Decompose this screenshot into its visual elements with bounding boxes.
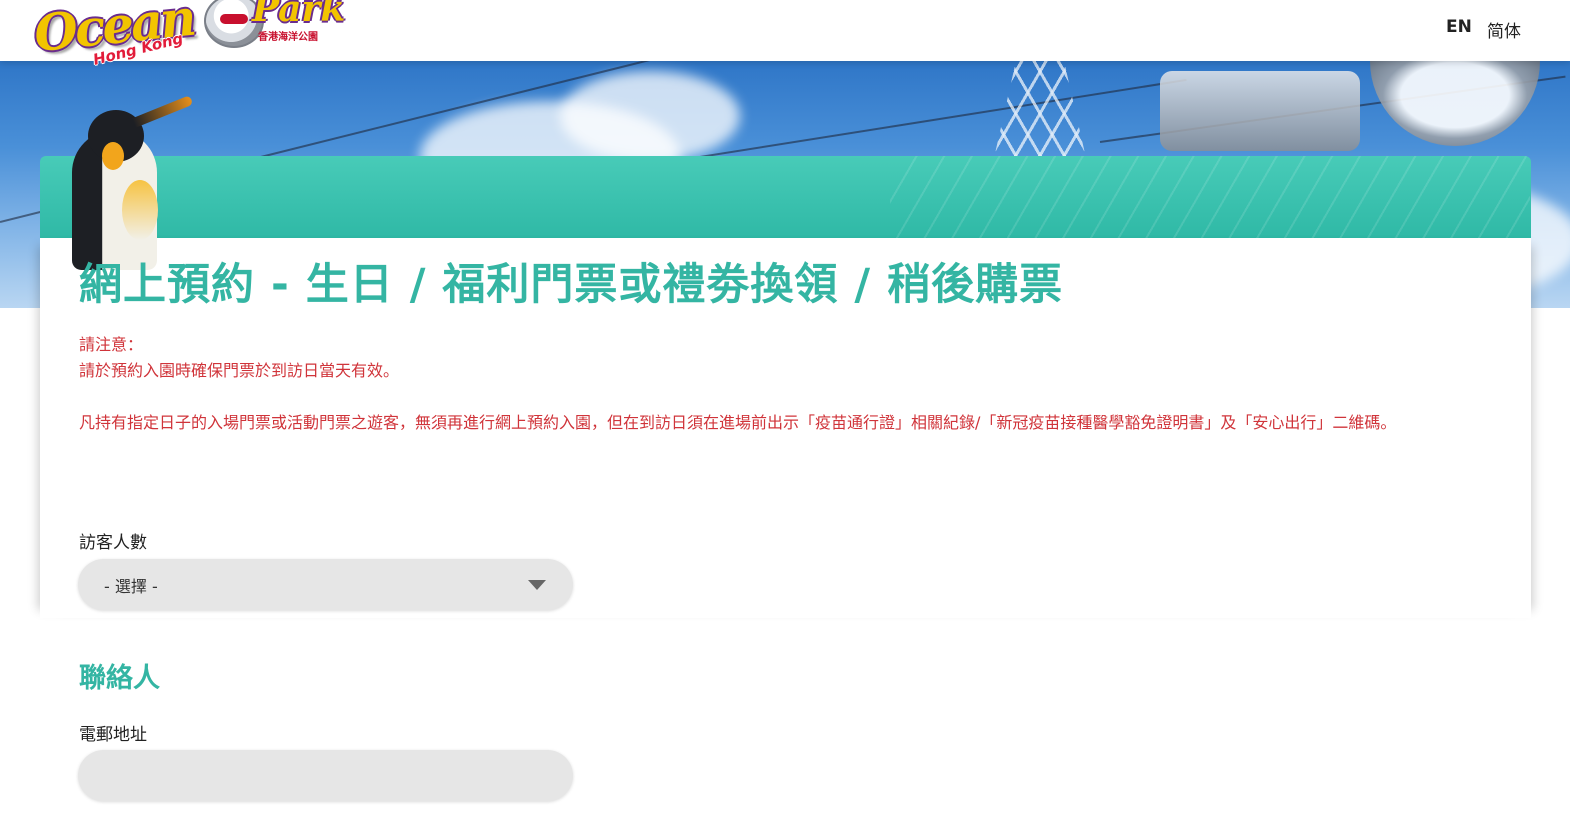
- ride-pod-graphic: [1370, 61, 1540, 146]
- form-header-band: [40, 156, 1531, 238]
- language-english-link[interactable]: EN: [1446, 17, 1472, 37]
- visitor-count-label: 訪客人數: [79, 533, 147, 553]
- notice-line-ticket-validity: 請於預約入園時確保門票於到訪日當天有效。: [79, 361, 400, 380]
- logo-chinese-name: 香港海洋公園: [258, 32, 318, 43]
- cable-car-graphic: [1160, 71, 1360, 151]
- email-label: 電郵地址: [79, 725, 147, 745]
- notice-heading: 請注意：: [79, 335, 144, 354]
- notice-block: 請注意： 請於預約入園時確保門票於到訪日當天有效。 凡持有指定日子的入場門票或活…: [79, 332, 1489, 436]
- visitor-count-select[interactable]: - 選擇 -: [78, 559, 573, 610]
- page-title: 網上預約 - 生日 / 福利門票或禮劵換領 / 稍後購票: [79, 260, 1064, 310]
- logo-word-park: Park: [252, 0, 346, 30]
- language-simplified-chinese-link[interactable]: 简体: [1487, 17, 1521, 42]
- ocean-park-logo[interactable]: Ocean Park Hong Kong 香港海洋公園: [30, 0, 345, 94]
- chevron-down-icon: [528, 580, 546, 590]
- contact-section-title: 聯絡人: [79, 663, 160, 694]
- penguin-illustration: [62, 95, 194, 270]
- notice-line-vaccine-pass: 凡持有指定日子的入場門票或活動門票之遊客，無須再進行網上預約入園，但在到訪日須在…: [79, 413, 1397, 432]
- email-field[interactable]: [78, 750, 573, 801]
- visitor-count-selected-value: - 選擇 -: [104, 577, 158, 596]
